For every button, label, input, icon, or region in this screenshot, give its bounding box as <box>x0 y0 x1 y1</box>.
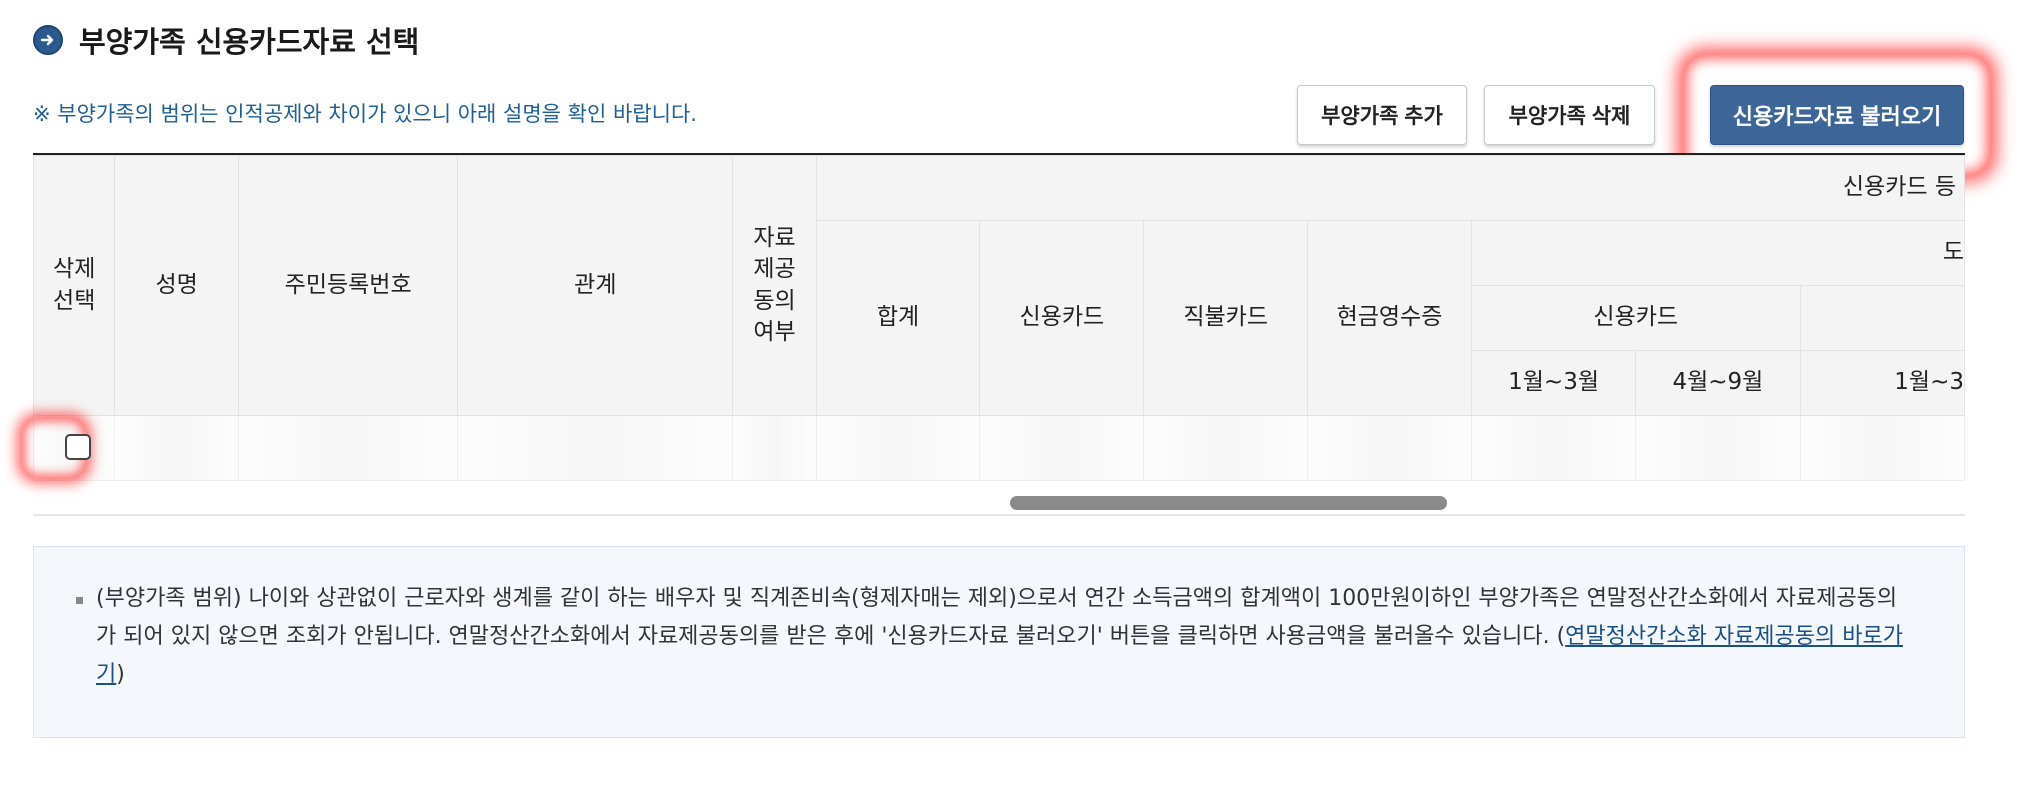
add-dependent-button[interactable]: 부양가족 추가 <box>1297 85 1467 145</box>
cell-month-4-9 <box>1635 415 1801 481</box>
cell-resident-number <box>237 415 459 481</box>
th-delete-select: 삭제 선택 <box>33 155 116 416</box>
th-empty <box>1799 285 1965 351</box>
info-box: (부양가족 범위) 나이와 상관없이 근로자와 생계를 같이 하는 배우자 및 … <box>33 546 1965 738</box>
th-cash-receipt: 현금영수증 <box>1307 220 1472 416</box>
th-resident-number: 주민등록번호 <box>237 155 459 416</box>
th-month-4-9: 4월~9월 <box>1635 350 1801 416</box>
cell-total <box>815 415 981 481</box>
th-credit-card: 신용카드 <box>979 220 1145 416</box>
cell-cash-receipt <box>1307 415 1472 481</box>
th-month-1-3: 1월~3월 <box>1470 350 1637 416</box>
delete-select-checkbox[interactable] <box>65 434 91 460</box>
arrow-right-circle-icon <box>33 25 63 55</box>
notice-text: ※ 부양가족의 범위는 인적공제와 차이가 있으니 아래 설명을 확인 바랍니다… <box>33 102 697 126</box>
th-name: 성명 <box>114 155 239 416</box>
th-credit-card-group: 신용카드 등 <box>815 155 1965 221</box>
bullet-icon <box>76 597 83 604</box>
th-month-1-3-b: 1월~3 <box>1799 350 1965 416</box>
th-consent: 자료 제공 동의 여부 <box>732 155 817 416</box>
cell-month-1-3 <box>1470 415 1637 481</box>
divider <box>33 514 1965 516</box>
cell-debit-card <box>1143 415 1309 481</box>
info-text: (부양가족 범위) 나이와 상관없이 근로자와 생계를 같이 하는 배우자 및 … <box>96 580 1916 694</box>
dependents-table-container: 삭제 선택 성명 주민등록번호 관계 자료 제공 동의 여부 신용카드 등 합계… <box>33 153 1965 517</box>
load-credit-card-data-button[interactable]: 신용카드자료 불러오기 <box>1710 85 1964 145</box>
section-title: 부양가족 신용카드자료 선택 <box>79 25 420 59</box>
th-debit-card: 직불카드 <box>1143 220 1309 416</box>
cell-name <box>114 415 239 481</box>
th-relation: 관계 <box>457 155 734 416</box>
cell-consent <box>732 415 817 481</box>
delete-dependent-button[interactable]: 부양가족 삭제 <box>1484 85 1655 145</box>
dependents-table: 삭제 선택 성명 주민등록번호 관계 자료 제공 동의 여부 신용카드 등 합계… <box>33 155 1965 481</box>
th-credit-card-sub: 신용카드 <box>1470 285 1801 351</box>
th-total: 합계 <box>815 220 981 416</box>
cell-month-1-3-b <box>1799 415 1965 481</box>
scrollbar-thumb[interactable] <box>1010 496 1447 510</box>
table-row <box>33 415 1965 481</box>
cell-relation <box>457 415 734 481</box>
section-title-row: 부양가족 신용카드자료 선택 <box>33 18 419 62</box>
th-sub-group: 도 <box>1470 220 1965 286</box>
info-close-paren: ) <box>116 662 125 687</box>
cell-credit-card <box>979 415 1145 481</box>
